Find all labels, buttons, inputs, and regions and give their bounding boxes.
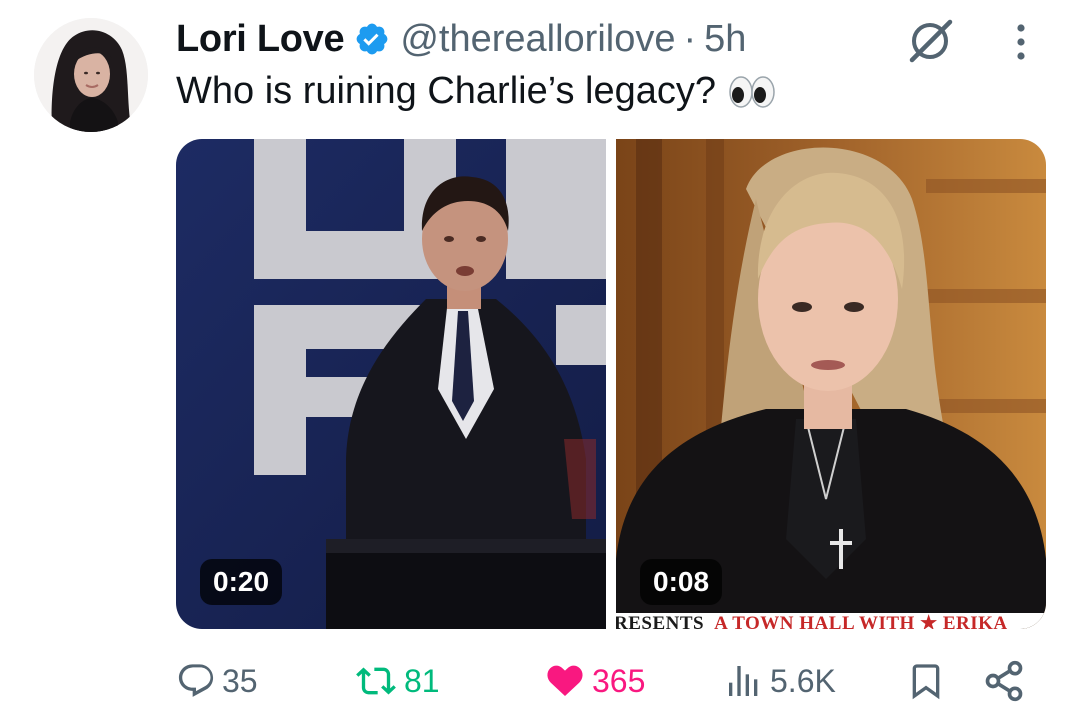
tweet: Lori Love @thereallorilove · 5h Who is r… [0,0,1080,719]
post-text-line: Who is ruining Charlie’s legacy? [176,70,776,113]
avatar[interactable] [34,18,148,132]
like-icon [547,665,583,696]
video-duration: 0:08 [640,559,723,605]
repost-icon [356,667,396,695]
reply-count: 35 [222,662,258,699]
post-text: Who is ruining Charlie’s legacy? [176,70,716,112]
like-count: 365 [592,662,646,699]
video-thumbnail-right[interactable]: 0:08 RESENTS A TOWN HALL WITH ★ ERIKA [616,139,1046,629]
verified-badge-icon [354,21,390,57]
views-icon [729,666,758,696]
video-chyron: RESENTS A TOWN HALL WITH ★ ERIKA [616,613,1046,629]
like-button[interactable]: 365 [544,656,645,706]
grok-icon[interactable] [904,14,956,66]
media-grid: 0:20 0:08 RESENTS A TOWN HALL WITH ★ ERI… [176,139,1046,629]
more-icon[interactable] [1006,20,1036,64]
eyes-emoji [728,75,776,109]
video-thumbnail-left[interactable]: 0:20 [176,139,606,629]
action-bar: 35 81 365 5.6K [176,656,1046,706]
views-count: 5.6K [770,662,836,699]
video-duration: 0:20 [200,559,283,605]
post-time[interactable]: 5h [704,18,746,61]
repost-button[interactable]: 81 [354,656,440,706]
bookmark-button[interactable] [906,656,946,706]
chyron-text-left: RESENTS [616,613,705,629]
author-handle[interactable]: @thereallorilove [400,18,675,61]
repost-count: 81 [404,662,440,699]
chyron-text-right: A TOWN HALL WITH ★ ERIKA [714,613,1008,629]
reply-icon [178,664,214,697]
reply-button[interactable]: 35 [176,656,258,706]
share-button[interactable] [982,656,1026,706]
views-button[interactable]: 5.6K [724,656,836,706]
author-name[interactable]: Lori Love [176,18,345,61]
share-icon [985,660,1023,702]
tweet-header: Lori Love @thereallorilove · 5h [176,14,746,64]
bookmark-icon [912,664,940,700]
separator-dot: · [683,17,697,60]
